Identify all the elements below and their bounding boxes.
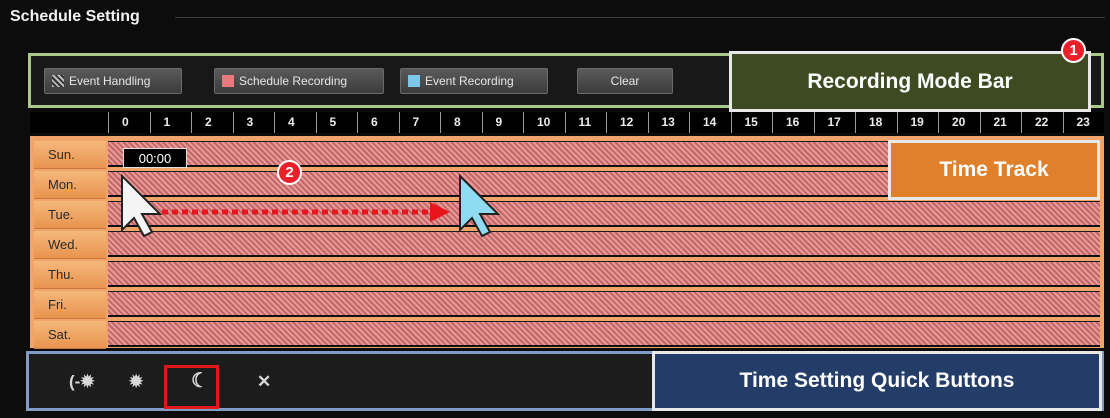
hour-label: 16 (786, 115, 800, 129)
time-tooltip: 00:00 (123, 148, 187, 168)
hour-tick (979, 112, 981, 133)
clear-icon[interactable]: ✕ (257, 372, 271, 392)
time-track-callout: Time Track (888, 140, 1100, 200)
event-handling-label: Event Handling (69, 74, 151, 88)
time-track-row[interactable] (108, 321, 1100, 347)
hour-tick (1062, 112, 1064, 133)
hour-tick (772, 112, 773, 133)
blue-swatch-icon (408, 75, 420, 87)
hour-tick (108, 112, 109, 133)
hour-tick (689, 112, 690, 133)
hour-label: 18 (869, 115, 883, 129)
hour-label: 14 (703, 115, 717, 129)
day-label: Fri. (34, 291, 106, 319)
hour-tick (730, 112, 732, 133)
hour-tick (315, 112, 317, 133)
clear-button[interactable]: Clear (577, 68, 673, 94)
day-label: Tue. (34, 201, 106, 229)
hour-tick (564, 112, 566, 133)
hour-label: 12 (620, 115, 634, 129)
hour-label: 7 (412, 115, 420, 129)
hour-label: 13 (661, 115, 675, 129)
hour-label: 20 (952, 115, 966, 129)
start-cursor-icon (121, 173, 163, 238)
schedule-recording-button[interactable]: Schedule Recording (214, 68, 384, 94)
hour-label: 6 (371, 115, 378, 129)
step-1-badge: 1 (1061, 38, 1086, 63)
hour-label: 3 (246, 115, 254, 129)
event-handling-button[interactable]: Event Handling (44, 68, 182, 94)
title-divider (175, 17, 1105, 18)
end-cursor-icon (459, 173, 501, 238)
hour-tick (523, 112, 524, 133)
hour-label: 9 (495, 115, 503, 129)
hour-tick (357, 112, 358, 133)
hour-tick (191, 112, 192, 133)
hour-label: 17 (827, 115, 841, 129)
night-day-icon[interactable]: (-✹ (69, 372, 95, 392)
hour-label: 4 (288, 115, 295, 129)
hour-label: 5 (329, 115, 337, 129)
hour-label: 1 (163, 115, 171, 129)
hour-label: 19 (910, 115, 924, 129)
hour-label: 0 (122, 115, 129, 129)
hour-label: 15 (744, 115, 758, 129)
time-setting-quick-buttons-callout: Time Setting Quick Buttons (652, 351, 1102, 411)
hour-tick (481, 112, 483, 133)
hour-tick (896, 112, 898, 133)
hour-tick (1021, 112, 1022, 133)
hour-label: 2 (205, 115, 212, 129)
clear-label: Clear (610, 74, 640, 88)
drag-illustration (121, 173, 501, 238)
day-column: Sun. Mon. Tue. Wed. Thu. Fri. Sat. (34, 141, 106, 351)
hour-tick (149, 112, 151, 133)
day-icon[interactable]: ✹ (129, 372, 143, 392)
hour-ruler: 0 1 2 3 4 5 6 7 8 9 10 11 12 13 14 15 16 17 18 19 20 21 22 23 (30, 112, 1104, 133)
page-title: Schedule Setting (10, 8, 140, 25)
time-track-row[interactable] (108, 261, 1100, 287)
schedule-recording-label: Schedule Recording (239, 74, 348, 88)
time-track-row[interactable] (108, 291, 1100, 317)
hour-tick (938, 112, 939, 133)
hour-tick (813, 112, 815, 133)
drag-arrow-head-icon (430, 202, 450, 222)
hour-label: 11 (578, 115, 592, 129)
day-label: Mon. (34, 171, 106, 199)
hour-tick (398, 112, 400, 133)
hour-label: 23 (1076, 115, 1090, 129)
hour-tick (606, 112, 607, 133)
hour-tick (855, 112, 856, 133)
event-recording-button[interactable]: Event Recording (400, 68, 548, 94)
day-label: Sun. (34, 141, 106, 169)
hour-label: 21 (993, 115, 1007, 129)
hour-tick (232, 112, 234, 133)
hour-tick (440, 112, 441, 133)
day-label: Wed. (34, 231, 106, 259)
hatched-swatch-icon (52, 75, 64, 87)
red-swatch-icon (222, 75, 234, 87)
hour-label: 22 (1035, 115, 1049, 129)
event-recording-label: Event Recording (425, 74, 514, 88)
hour-label: 10 (537, 115, 551, 129)
night-button-highlight (164, 365, 219, 409)
recording-mode-bar-callout: Recording Mode Bar (729, 51, 1091, 112)
hour-label: 8 (454, 115, 461, 129)
hour-tick (274, 112, 275, 133)
hour-tick (647, 112, 649, 133)
day-label: Sat. (34, 321, 106, 349)
day-label: Thu. (34, 261, 106, 289)
